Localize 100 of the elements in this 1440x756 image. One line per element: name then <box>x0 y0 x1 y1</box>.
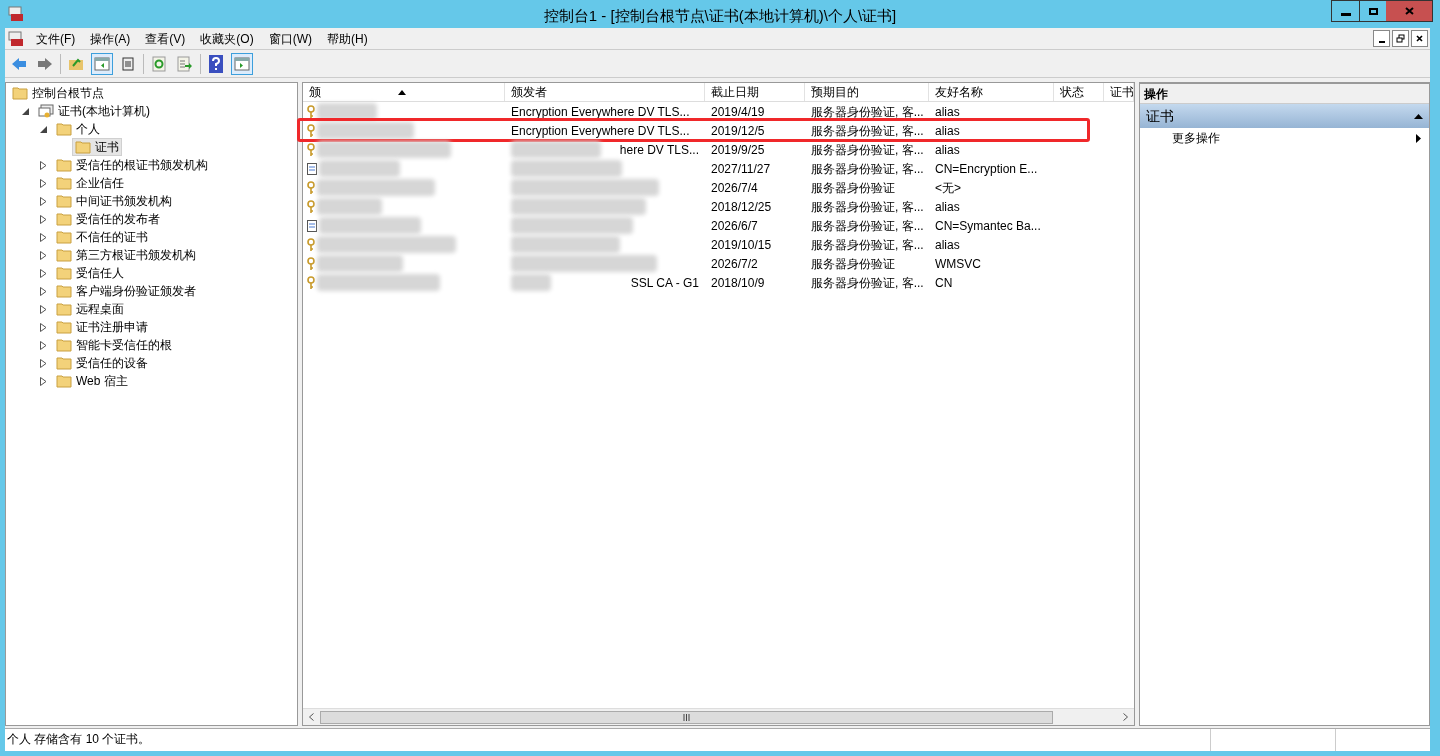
tree-item[interactable]: 受信任的发布者 <box>54 210 162 228</box>
folder-icon <box>56 212 72 226</box>
scroll-right-icon[interactable] <box>1123 713 1128 721</box>
action-item[interactable]: 更多操作 <box>1140 128 1429 148</box>
folder-icon <box>56 356 72 370</box>
table-cell-text: CN <box>935 274 953 292</box>
column-header[interactable]: 截止日期 <box>705 83 805 101</box>
folder-icon <box>56 266 72 280</box>
tree-item[interactable]: 第三方根证书颁发机构 <box>54 246 198 264</box>
tree-item[interactable]: 不信任的证书 <box>54 228 150 246</box>
menu-item[interactable]: 查看(V) <box>139 28 192 49</box>
folder-icon <box>12 86 28 100</box>
expand-icon[interactable] <box>40 196 47 206</box>
tree-item[interactable]: 中间证书颁发机构 <box>54 192 174 210</box>
expand-icon[interactable] <box>40 250 47 260</box>
folder-icon <box>56 320 72 334</box>
tree-item[interactable]: 受信任人 <box>54 264 126 282</box>
folder-icon <box>56 122 72 136</box>
pane-header: 操作 <box>1140 84 1429 104</box>
pane-icon <box>94 56 110 71</box>
table-cell-text: 服务器身份验证, 客... <box>811 103 924 121</box>
expand-icon[interactable] <box>40 304 47 314</box>
column-header[interactable]: 预期目的 <box>805 83 929 101</box>
tree-item[interactable]: 企业信任 <box>54 174 126 192</box>
table-cell-text: 2019/10/15 <box>711 236 772 254</box>
table-cell-text: <无> <box>935 179 961 197</box>
restore-button[interactable] <box>1392 30 1409 47</box>
restore-icon <box>1396 34 1405 43</box>
column-header[interactable]: 状态 <box>1054 83 1104 101</box>
table-cell-text: alias <box>935 141 960 159</box>
expand-icon[interactable] <box>40 286 47 296</box>
table-cell-text: CN=Encryption E... <box>935 160 1038 178</box>
tree-item[interactable]: 证书 <box>72 138 122 156</box>
key-icon <box>307 237 315 252</box>
table-cell-text: 服务器身份验证, 客... <box>811 141 924 159</box>
tree-item[interactable]: 智能卡受信任的根 <box>54 336 174 354</box>
table-cell-text: alias <box>935 236 960 254</box>
status-text: 个人 存储含有 10 个证书。 <box>6 731 152 748</box>
folder-icon <box>56 230 72 244</box>
key-icon <box>307 142 315 157</box>
menu-item[interactable]: 操作(A) <box>84 28 137 49</box>
show-tree-button[interactable] <box>91 52 113 75</box>
minimize-button[interactable] <box>1373 30 1390 47</box>
table-cell-text: 服务器身份验证, 客... <box>811 122 924 140</box>
collapse-icon[interactable] <box>40 125 47 133</box>
folder-up-icon <box>68 56 84 71</box>
scroll-left-icon[interactable] <box>309 713 314 721</box>
left-arrow-icon <box>11 56 27 71</box>
tree-item[interactable]: Web 宿主 <box>54 372 130 390</box>
tree-item[interactable]: 控制台根节点 <box>10 84 106 102</box>
clipboard-icon <box>122 56 134 71</box>
column-header[interactable]: 证书 <box>1104 83 1134 101</box>
menu-item[interactable]: 窗口(W) <box>262 28 318 49</box>
column-header[interactable]: 颁 <box>303 83 505 101</box>
table-cell-text: alias <box>935 103 960 121</box>
horizontal-scrollbar[interactable] <box>303 708 1134 725</box>
key-icon <box>307 256 315 271</box>
certificate-icon <box>307 219 317 232</box>
expand-icon[interactable] <box>40 268 47 278</box>
tree-item[interactable]: 证书注册申请 <box>54 318 150 336</box>
section-header[interactable]: 证书 <box>1140 104 1429 128</box>
table-cell-text: 2026/7/2 <box>711 255 758 273</box>
app-icon <box>8 6 24 22</box>
collapse-icon <box>1414 113 1423 119</box>
expand-icon[interactable] <box>40 160 47 170</box>
expand-icon[interactable] <box>40 214 47 224</box>
menu-item[interactable]: 文件(F) <box>30 28 82 49</box>
tree-item[interactable]: 受信任的设备 <box>54 354 150 372</box>
table-cell-text: 2018/12/25 <box>711 198 772 216</box>
menu-item[interactable]: 帮助(H) <box>321 28 374 49</box>
expand-icon[interactable] <box>40 340 47 350</box>
tree-item[interactable]: 个人 <box>54 120 102 138</box>
expand-icon[interactable] <box>40 358 47 368</box>
expand-icon[interactable] <box>40 376 47 386</box>
menu-item[interactable]: 收藏夹(O) <box>194 28 260 49</box>
table-cell-text: WMSVC <box>935 255 981 273</box>
column-header[interactable]: 颁发者 <box>505 83 705 101</box>
table-cell-text: 2027/11/27 <box>711 160 771 178</box>
expand-icon[interactable] <box>40 322 47 332</box>
column-header[interactable]: 友好名称 <box>929 83 1054 101</box>
folder-icon <box>56 302 72 316</box>
scrollbar-thumb[interactable] <box>320 710 1053 724</box>
tree-item[interactable]: 远程桌面 <box>54 300 126 318</box>
table-cell-text: 服务器身份验证, 客... <box>811 274 924 292</box>
expand-icon[interactable] <box>40 232 47 242</box>
close-button[interactable] <box>1411 30 1428 47</box>
expand-icon[interactable] <box>40 178 47 188</box>
folder-icon <box>56 338 72 352</box>
table-cell-text: Encryption Everywhere DV TLS... <box>511 122 690 140</box>
tree-item[interactable]: 受信任的根证书颁发机构 <box>54 156 210 174</box>
tree-item[interactable]: 客户端身份验证颁发者 <box>54 282 198 300</box>
show-action-pane-button[interactable] <box>231 52 253 75</box>
right-arrow-icon <box>37 56 53 71</box>
tree-item[interactable]: 证书(本地计算机) <box>36 102 152 120</box>
refresh-icon <box>152 55 166 72</box>
table-cell-text: 2019/12/5 <box>711 122 765 140</box>
collapse-icon[interactable] <box>22 107 29 115</box>
table-cell-text: 服务器身份验证 <box>811 255 895 273</box>
table-cell-text: 服务器身份验证, 客... <box>811 217 924 235</box>
close-icon <box>1416 35 1423 42</box>
